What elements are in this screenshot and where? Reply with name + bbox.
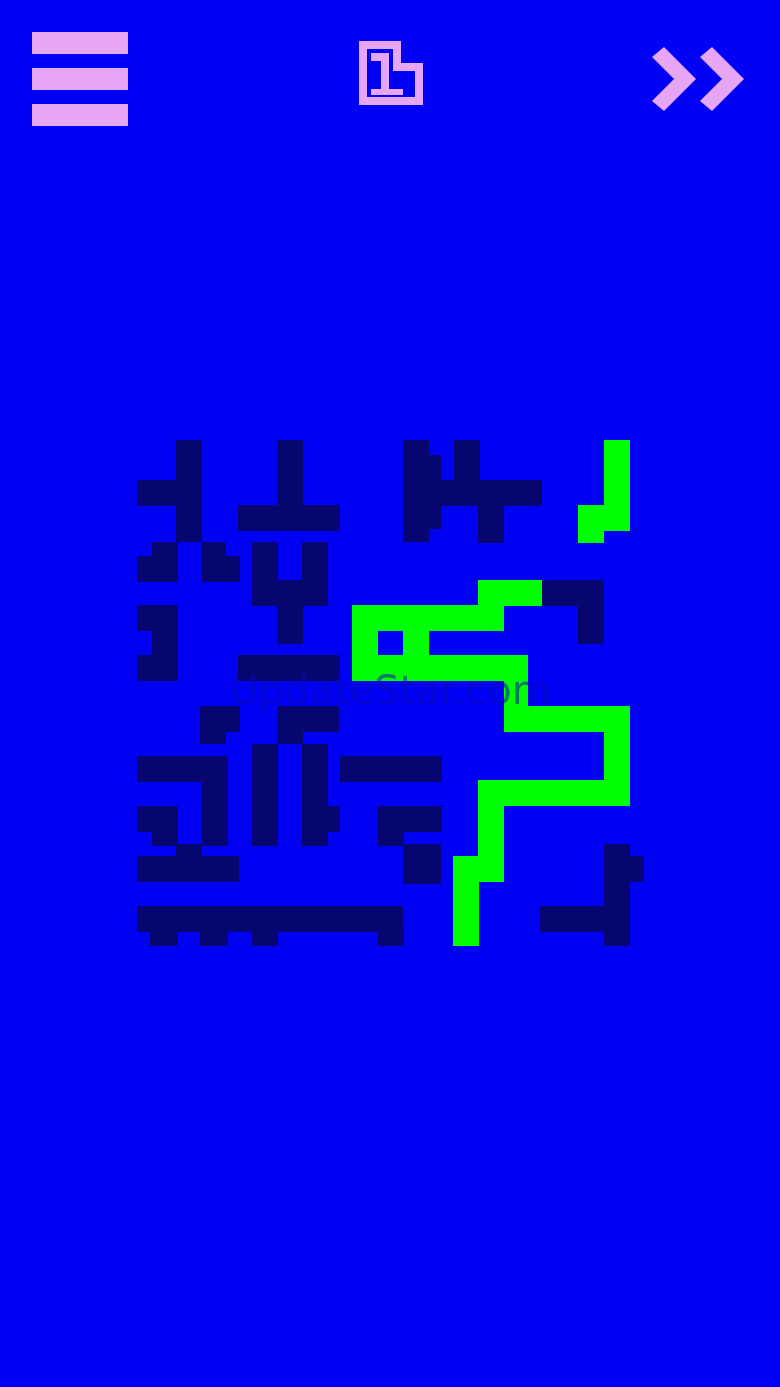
active-pipe-tile [352, 655, 528, 681]
pipe-tile [137, 856, 239, 882]
pipe-tile [176, 440, 202, 542]
skip-level-button[interactable] [650, 45, 750, 115]
pipe-tile [202, 556, 240, 582]
pipe-tile [429, 505, 441, 529]
pipe-tile [454, 440, 480, 480]
pipe-tile [540, 906, 630, 932]
pipe-tile [137, 655, 177, 681]
level-indicator: 1 [355, 37, 425, 107]
pipe-tile [478, 505, 504, 543]
fast-forward-icon [652, 47, 744, 111]
pipe-tile [277, 580, 303, 644]
pipe-tile [200, 706, 226, 744]
pipe-tile [202, 756, 228, 846]
pipe-tile [252, 930, 278, 946]
top-bar: 1 [0, 0, 780, 160]
pipe-tile [200, 930, 228, 946]
active-pipe-tile [453, 856, 479, 946]
pipe-tile [302, 744, 328, 846]
pipe-tile [378, 806, 404, 846]
pipe-tile [137, 556, 178, 582]
pipe-tile [238, 655, 340, 681]
active-pipe-tile [578, 505, 604, 543]
pipe-tile [150, 930, 178, 946]
pipe-tile [578, 580, 604, 644]
dark-pipe-tiles [137, 440, 644, 946]
pipe-tile [328, 806, 340, 832]
pipe-grid [137, 440, 644, 946]
pipe-tile [176, 844, 202, 858]
pipe-tile [238, 505, 340, 531]
active-pipe-tile [478, 580, 542, 606]
pipe-tile [630, 856, 644, 882]
pipe-tile [137, 480, 177, 506]
hamburger-menu-icon [32, 32, 128, 126]
pipe-tile [403, 844, 441, 884]
pipe-tile [340, 756, 442, 782]
pipe-tile [440, 480, 542, 506]
menu-button[interactable] [30, 30, 130, 130]
pipe-tile [403, 440, 429, 542]
pipe-tile [429, 455, 441, 505]
pipe-tile [252, 744, 278, 846]
pipe-tile [277, 706, 303, 744]
level-number-1-glyph [359, 41, 423, 105]
pipe-tile [137, 906, 403, 932]
pipe-tile [152, 806, 178, 846]
puzzle-board[interactable] [136, 438, 646, 950]
pipe-tile [378, 930, 404, 946]
